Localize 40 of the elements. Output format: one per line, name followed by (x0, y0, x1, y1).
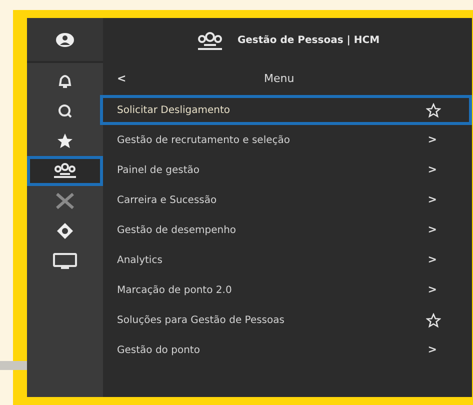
monitor-icon (52, 253, 78, 269)
menu-item[interactable]: Analytics > (100, 245, 472, 275)
people-icon (52, 163, 78, 179)
chevron[interactable]: > (428, 252, 437, 268)
menu-item[interactable]: Solicitar Desligamento (100, 95, 472, 125)
chevron[interactable]: > (428, 282, 437, 298)
search-icon (57, 103, 73, 119)
menu-item[interactable]: Carreira e Sucessão > (100, 185, 472, 215)
bell-icon (57, 73, 73, 89)
star-icon[interactable] (426, 102, 441, 118)
menu-item-label: Analytics (117, 254, 162, 268)
sidebar-button[interactable] (27, 156, 103, 186)
menu-item-label: Marcação de ponto 2.0 (117, 284, 232, 298)
diamond-icon (56, 222, 74, 240)
chevron[interactable]: > (428, 132, 437, 148)
app-title: Gestão de Pessoas | HCM (237, 34, 380, 48)
user-icon[interactable] (55, 32, 75, 48)
star-icon (56, 132, 74, 150)
star-icon[interactable] (426, 312, 441, 328)
shadow-bar (0, 361, 27, 370)
chevron[interactable]: > (428, 192, 437, 208)
back-link[interactable]: < (117, 70, 126, 88)
menu-item-label: Gestão de recrutamento e seleção (117, 134, 290, 148)
menu-item[interactable]: Gestão de recrutamento e seleção > (100, 125, 472, 155)
menu-item[interactable]: Gestão do ponto > (100, 335, 472, 365)
menu-item-label: Gestão do ponto (117, 344, 200, 358)
menu-item-label: Painel de gestão (117, 164, 200, 178)
chevron[interactable]: > (428, 162, 437, 178)
menu-item[interactable]: Painel de gestão > (100, 155, 472, 185)
x-icon (55, 192, 75, 210)
chevron[interactable]: > (428, 342, 437, 358)
menu-item[interactable]: Gestão de desempenho > (100, 215, 472, 245)
chevron[interactable]: > (428, 222, 437, 238)
menu-item-label: Carreira e Sucessão (117, 194, 217, 208)
menu-title: Menu (264, 72, 294, 85)
menu-item-label: Soluções para Gestão de Pessoas (117, 314, 284, 328)
menu-item[interactable]: Marcação de ponto 2.0 > (100, 275, 472, 305)
menu-item-label: Gestão de desempenho (117, 224, 236, 238)
menu-item[interactable]: Soluções para Gestão de Pessoas (100, 305, 472, 335)
menu-item-label: Solicitar Desligamento (117, 104, 230, 118)
